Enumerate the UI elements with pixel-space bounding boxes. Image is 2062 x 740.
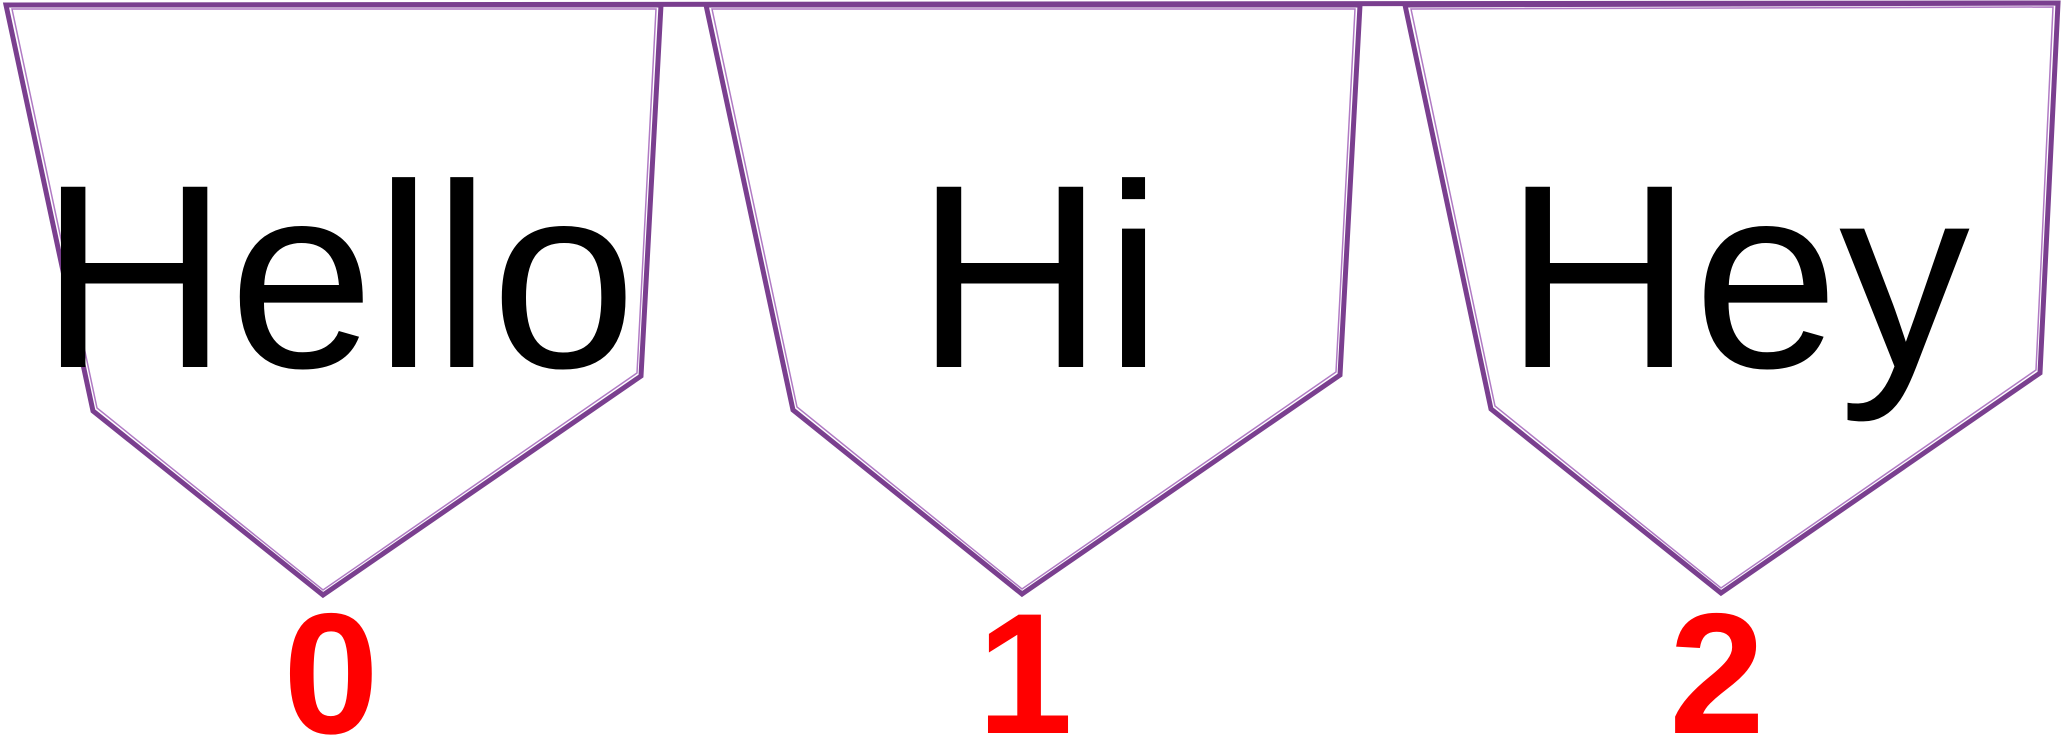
pennant-flag-1: Hi 1 (702, 2, 1363, 740)
pennant-index-0: 0 (283, 578, 379, 740)
pennant-word-0: Hello (39, 130, 636, 423)
pennant-word-1: Hi (915, 130, 1162, 423)
pennant-flag-0: Hello 0 (2, 2, 664, 740)
bunting-diagram: Hello 0 Hi 1 Hey 2 (2, 0, 2061, 740)
pennant-word-2: Hey (1504, 130, 1970, 424)
pennant-index-2: 2 (1669, 578, 1765, 740)
pennant-index-1: 1 (977, 578, 1073, 740)
pennant-flag-2: Hey 2 (1401, 0, 2061, 740)
